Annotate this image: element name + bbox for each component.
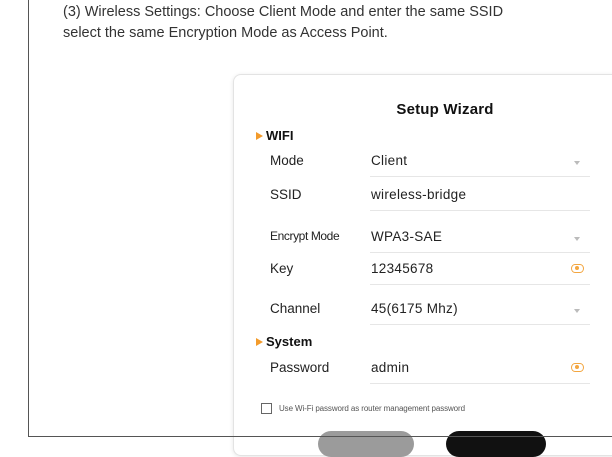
eye-icon[interactable]: [571, 363, 584, 372]
ssid-label: SSID: [270, 187, 302, 202]
system-section-label: System: [266, 334, 313, 349]
section-arrow-icon: [256, 337, 263, 346]
instruction-line-2: select the same Encryption Mode as Acces…: [63, 25, 388, 41]
encrypt-mode-label: Encrypt Mode: [270, 229, 340, 243]
key-label: Key: [270, 261, 294, 276]
mode-row: Mode Client: [270, 150, 590, 177]
instruction-line-1: (3) Wireless Settings: Choose Client Mod…: [63, 4, 504, 20]
chevron-down-icon: [574, 161, 580, 165]
use-wifi-password-option: Use Wi-Fi password as router management …: [261, 403, 465, 414]
next-button[interactable]: [446, 431, 546, 457]
mode-value: Client: [371, 153, 408, 168]
mode-label: Mode: [270, 153, 304, 168]
encrypt-mode-row: Encrypt Mode WPA3-SAE: [270, 226, 590, 253]
back-button[interactable]: [318, 431, 414, 457]
system-section-header: System: [256, 334, 312, 349]
key-value: 12345678: [371, 261, 434, 276]
key-input[interactable]: 12345678: [370, 258, 590, 285]
channel-row: Channel 45(6175 Mhz): [270, 298, 590, 325]
wifi-section-label: WIFI: [266, 128, 294, 143]
wifi-section-header: WIFI: [256, 128, 293, 143]
encrypt-mode-select[interactable]: WPA3-SAE: [370, 226, 590, 253]
password-value: admin: [371, 360, 410, 375]
key-row: Key 12345678: [270, 258, 590, 285]
encrypt-mode-value: WPA3-SAE: [371, 229, 443, 244]
password-input[interactable]: admin: [370, 357, 590, 384]
mode-select[interactable]: Client: [370, 150, 590, 177]
password-label: Password: [270, 360, 330, 375]
eye-icon[interactable]: [571, 264, 584, 273]
ssid-input[interactable]: wireless-bridge: [370, 184, 590, 211]
wizard-title: Setup Wizard: [396, 101, 494, 118]
section-arrow-icon: [256, 131, 263, 140]
password-row: Password admin: [270, 357, 590, 384]
ssid-row: SSID wireless-bridge: [270, 184, 590, 211]
chevron-down-icon: [574, 237, 580, 241]
instruction-text: (3) Wireless Settings: Choose Client Mod…: [63, 2, 612, 44]
use-wifi-password-checkbox[interactable]: [261, 403, 272, 414]
setup-wizard-card: Setup Wizard WIFI Mode Client SSID wirel…: [233, 74, 612, 457]
use-wifi-password-label: Use Wi-Fi password as router management …: [279, 404, 465, 413]
page-left-rule: [28, 0, 29, 437]
channel-value: 45(6175 Mhz): [371, 301, 458, 316]
ssid-value: wireless-bridge: [371, 187, 467, 202]
chevron-down-icon: [574, 309, 580, 313]
channel-select[interactable]: 45(6175 Mhz): [370, 298, 590, 325]
channel-label: Channel: [270, 301, 321, 316]
